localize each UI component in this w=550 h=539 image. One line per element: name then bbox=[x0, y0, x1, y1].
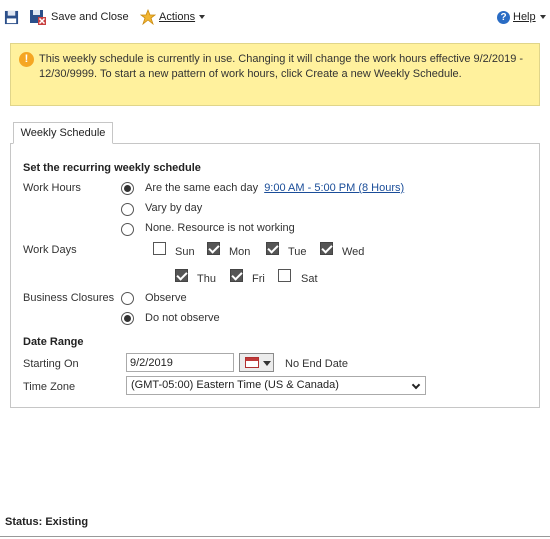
chevron-down-icon bbox=[539, 15, 546, 19]
option-vary-by-day: Vary by day bbox=[145, 202, 203, 214]
radio-not-working[interactable] bbox=[121, 223, 134, 236]
day-label-thu: Thu bbox=[197, 273, 216, 285]
save-icon[interactable] bbox=[4, 8, 19, 26]
day-label-tue: Tue bbox=[288, 246, 307, 258]
end-date-text: No End Date bbox=[285, 358, 348, 370]
business-closures-label: Business Closures bbox=[23, 292, 115, 304]
option-not-working: None. Resource is not working bbox=[145, 222, 295, 234]
help-icon: ? bbox=[497, 10, 510, 24]
chevron-down-icon bbox=[263, 361, 271, 366]
checkbox-thu[interactable] bbox=[175, 269, 188, 282]
time-zone-select[interactable]: (GMT-05:00) Eastern Time (US & Canada) bbox=[126, 376, 426, 395]
tab-weekly-schedule[interactable]: Weekly Schedule bbox=[13, 122, 113, 144]
help-label: Help bbox=[513, 11, 536, 23]
section-title-date-range: Date Range bbox=[23, 336, 84, 348]
work-days-label: Work Days bbox=[23, 244, 77, 256]
warning-icon: ! bbox=[19, 52, 34, 67]
checkbox-sun[interactable] bbox=[153, 242, 166, 255]
bottom-divider bbox=[0, 536, 550, 537]
checkbox-sat[interactable] bbox=[278, 269, 291, 282]
toolbar: Save and Close Actions ? Help bbox=[0, 0, 550, 34]
checkbox-wed[interactable] bbox=[320, 242, 333, 255]
status-text: Status: Existing bbox=[5, 516, 89, 528]
day-label-sun: Sun bbox=[175, 246, 195, 258]
starting-on-input[interactable] bbox=[126, 353, 234, 372]
starting-on-label: Starting On bbox=[23, 358, 79, 370]
warning-banner: ! This weekly schedule is currently in u… bbox=[10, 43, 540, 106]
time-zone-value: (GMT-05:00) Eastern Time (US & Canada) bbox=[131, 379, 339, 391]
day-label-sat: Sat bbox=[301, 273, 318, 285]
option-do-not-observe: Do not observe bbox=[145, 312, 220, 324]
work-hours-label: Work Hours bbox=[23, 182, 81, 194]
work-hours-link[interactable]: 9:00 AM - 5:00 PM (8 Hours) bbox=[264, 182, 404, 194]
option-same-each-day-text: Are the same each day bbox=[145, 182, 259, 194]
time-zone-label: Time Zone bbox=[23, 381, 76, 393]
radio-same-each-day[interactable] bbox=[121, 182, 134, 195]
radio-vary-by-day[interactable] bbox=[121, 203, 134, 216]
chevron-down-icon bbox=[199, 15, 206, 19]
warning-text: This weekly schedule is currently in use… bbox=[39, 53, 524, 80]
checkbox-fri[interactable] bbox=[230, 269, 243, 282]
checkbox-mon[interactable] bbox=[207, 242, 220, 255]
section-title-recurring: Set the recurring weekly schedule bbox=[23, 162, 201, 174]
day-label-wed: Wed bbox=[342, 246, 365, 258]
option-observe: Observe bbox=[145, 292, 187, 304]
checkbox-tue[interactable] bbox=[266, 242, 279, 255]
radio-do-not-observe[interactable] bbox=[121, 312, 134, 325]
calendar-button[interactable] bbox=[239, 353, 274, 372]
day-label-fri: Fri bbox=[252, 273, 265, 285]
calendar-icon bbox=[245, 357, 259, 368]
actions-label: Actions bbox=[159, 11, 196, 23]
save-close-icon bbox=[30, 10, 46, 25]
help-menu[interactable]: ? Help bbox=[497, 8, 546, 26]
actions-menu[interactable]: Actions bbox=[140, 8, 206, 26]
schedule-panel: Set the recurring weekly schedule Work H… bbox=[10, 143, 540, 408]
option-same-each-day: Are the same each day 9:00 AM - 5:00 PM … bbox=[145, 182, 404, 194]
day-label-mon: Mon bbox=[229, 246, 251, 258]
chevron-down-icon bbox=[411, 380, 421, 390]
actions-icon bbox=[140, 9, 157, 25]
save-and-close-label: Save and Close bbox=[51, 11, 129, 23]
radio-observe[interactable] bbox=[121, 292, 134, 305]
save-and-close-button[interactable]: Save and Close bbox=[29, 8, 129, 26]
